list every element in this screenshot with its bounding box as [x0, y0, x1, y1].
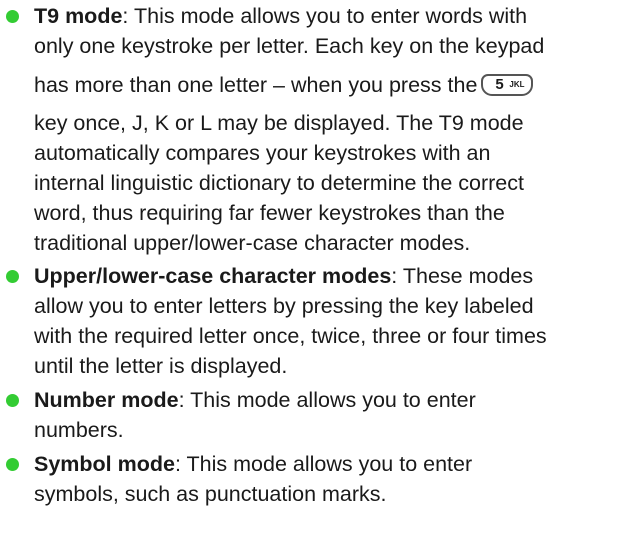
case-line-4: until the letter is displayed. [34, 354, 288, 378]
t9-line-4: key once, J, K or L may be displayed. Th… [34, 111, 524, 135]
t9-line-8: traditional upper/lower-case character m… [34, 231, 471, 255]
t9-line-2: only one keystroke per letter. Each key … [34, 34, 545, 58]
input-modes-list: T9 mode: This mode allows you to enter w… [0, 0, 635, 509]
bullet-icon [6, 394, 19, 407]
t9-line-5: automatically compares your keystrokes w… [34, 141, 491, 165]
list-item-symbol-mode: Symbol mode: This mode allows you to ent… [0, 449, 635, 509]
list-item-t9-mode: T9 mode: This mode allows you to enter w… [0, 1, 635, 258]
symbol-line-2: symbols, such as punctuation marks. [34, 482, 387, 506]
list-item-upper-lower-case-modes: Upper/lower-case character modes: These … [0, 261, 635, 381]
case-line-1: Upper/lower-case character modes: These … [34, 264, 534, 288]
bullet-icon [6, 270, 19, 283]
list-item-number-mode: Number mode: This mode allows you to ent… [0, 385, 635, 445]
symbol-mode-term: Symbol mode [34, 452, 175, 476]
t9-line-1: T9 mode: This mode allows you to enter w… [34, 4, 528, 28]
number-line-1: Number mode: This mode allows you to ent… [34, 388, 476, 412]
case-line-2: allow you to enter letters by pressing t… [34, 294, 534, 318]
symbol-line-1: Symbol mode: This mode allows you to ent… [34, 452, 473, 476]
bullet-icon [6, 458, 19, 471]
t9-mode-term: T9 mode [34, 4, 123, 28]
case-mode-term: Upper/lower-case character modes [34, 264, 392, 288]
keypad-5-jkl-key-icon: 5 JKL [481, 73, 534, 96]
number-line-2: numbers. [34, 418, 124, 442]
t9-line-7: word, thus requiring far fewer keystroke… [34, 201, 505, 225]
t9-line-6: internal linguistic dictionary to determ… [34, 171, 524, 195]
number-mode-term: Number mode [34, 388, 179, 412]
bullet-icon [6, 10, 19, 23]
case-line-3: with the required letter once, twice, th… [34, 324, 547, 348]
t9-line-3: has more than one letter – when you pres… [34, 70, 635, 100]
